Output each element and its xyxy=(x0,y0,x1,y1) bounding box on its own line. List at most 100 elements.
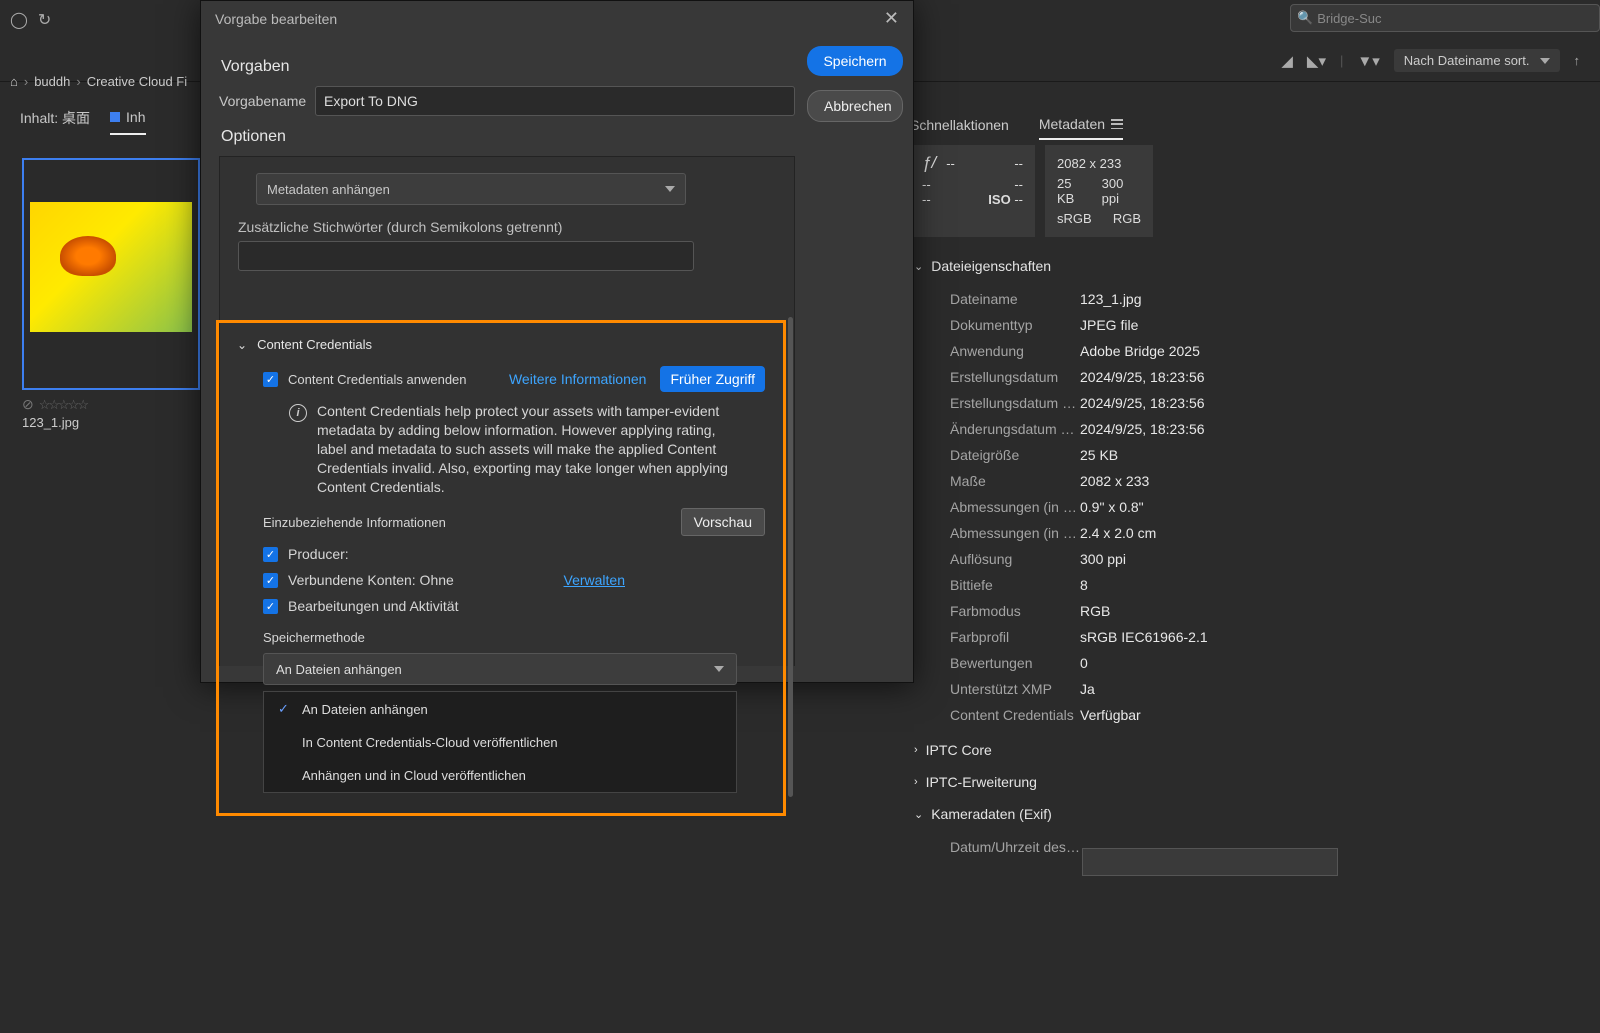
producer-label: Producer: xyxy=(288,546,349,562)
scrollbar-thumb[interactable] xyxy=(788,317,793,797)
keywords-input[interactable] xyxy=(238,241,694,271)
manage-link[interactable]: Verwalten xyxy=(564,572,625,588)
meta-value: Adobe Bridge 2025 xyxy=(1080,343,1200,359)
meta-label: Farbprofil xyxy=(950,629,1080,645)
meta-value: 2082 x 233 xyxy=(1080,473,1149,489)
meta-value: RGB xyxy=(1080,603,1110,619)
meta-row: Erstellungsdatum der...2024/9/25, 18:23:… xyxy=(950,390,1340,416)
breadcrumb: ⌂ › buddh › Creative Cloud Fi xyxy=(0,62,197,100)
section-head-iptc-ext[interactable]: › IPTC-Erweiterung xyxy=(910,766,1340,798)
section-head-iptc-core[interactable]: › IPTC Core xyxy=(910,734,1340,766)
thumbnail-filename: 123_1.jpg xyxy=(22,415,200,430)
save-button[interactable]: Speichern xyxy=(807,46,903,76)
breadcrumb-item[interactable]: buddh xyxy=(34,74,70,89)
apply-cc-checkbox[interactable]: ✓ xyxy=(263,372,278,387)
chevron-down-icon: ⌄ xyxy=(237,338,247,352)
tab-content-desktop[interactable]: Inhalt: 桌面 xyxy=(20,108,90,136)
meta-row: Maße2082 x 233 xyxy=(950,468,1340,494)
tab-content[interactable]: Inh xyxy=(110,109,145,135)
meta-value: Verfügbar xyxy=(1080,707,1141,723)
meta-row: Abmessungen (in Zoll)0.9" x 0.8" xyxy=(950,494,1340,520)
storage-option-both[interactable]: Anhängen und in Cloud veröffentlichen xyxy=(264,759,736,792)
breadcrumb-home-icon[interactable]: ⌂ xyxy=(10,74,18,89)
meta-value: 25 KB xyxy=(1080,447,1118,463)
chevron-down-icon: ⌄ xyxy=(914,808,923,821)
chevron-right-icon: › xyxy=(914,744,918,756)
no-rating-icon: ⊘ xyxy=(22,396,34,413)
cancel-button[interactable]: Abbrechen xyxy=(807,90,903,122)
storage-method-label: Speichermethode xyxy=(263,630,765,645)
close-icon[interactable]: ✕ xyxy=(884,8,899,29)
meta-row: Auflösung300 ppi xyxy=(950,546,1340,572)
meta-value: 2024/9/25, 18:23:56 xyxy=(1080,369,1205,385)
sort-direction-icon[interactable]: ↑ xyxy=(1574,53,1581,68)
edits-label: Bearbeitungen und Aktivität xyxy=(288,598,458,614)
back-icon[interactable]: ◯ xyxy=(10,10,28,30)
tab-quickactions[interactable]: Schnellaktionen xyxy=(910,116,1009,140)
section-head-exif[interactable]: ⌄ Kameradaten (Exif) xyxy=(910,798,1340,830)
cc-more-link[interactable]: Weitere Informationen xyxy=(509,371,646,387)
chevron-down-icon xyxy=(665,186,675,192)
global-search[interactable]: 🔍 Bridge-Suc xyxy=(1290,4,1600,32)
dialog-title: Vorgabe bearbeiten xyxy=(215,11,337,27)
tab-metadata[interactable]: Metadaten xyxy=(1039,116,1123,140)
meta-row: FarbmodusRGB xyxy=(950,598,1340,624)
apply-cc-label: Content Credentials anwenden xyxy=(288,372,467,387)
meta-label: Erstellungsdatum xyxy=(950,369,1080,385)
meta-label: Abmessungen (in cm) xyxy=(950,525,1080,541)
storage-method-dropdown[interactable]: An Dateien anhängen xyxy=(263,653,737,685)
meta-value: 2.4 x 2.0 cm xyxy=(1080,525,1156,541)
storage-method-menu: ✓ An Dateien anhängen In Content Credent… xyxy=(263,691,737,793)
file-info-card: 2082 x 233 25 KB300 ppi sRGBRGB xyxy=(1045,145,1153,237)
metadata-menu-icon[interactable] xyxy=(1111,119,1123,129)
sort-desc-icon[interactable]: ◣▾ xyxy=(1307,52,1326,70)
meta-value: 0 xyxy=(1080,655,1088,671)
exif-date-input[interactable] xyxy=(1082,848,1338,876)
chevron-right-icon: › xyxy=(914,776,918,788)
refresh-icon[interactable]: ↻ xyxy=(38,10,51,30)
info-icon: i xyxy=(289,404,307,422)
meta-label: Dokumenttyp xyxy=(950,317,1080,333)
meta-row: Dateigröße25 KB xyxy=(950,442,1340,468)
chevron-down-icon xyxy=(1540,58,1550,64)
search-icon: 🔍 xyxy=(1297,10,1313,26)
meta-row: Bewertungen0 xyxy=(950,650,1340,676)
meta-label: Dateigröße xyxy=(950,447,1080,463)
preset-name-input[interactable] xyxy=(315,86,795,116)
content-tabs: Inhalt: 桌面 Inh xyxy=(20,108,146,136)
meta-label: Bittiefe xyxy=(950,577,1080,593)
tab-marker-icon xyxy=(110,112,120,122)
producer-checkbox[interactable]: ✓ xyxy=(263,547,278,562)
filter-icon[interactable]: ▼▾ xyxy=(1357,52,1379,70)
accounts-checkbox[interactable]: ✓ xyxy=(263,573,278,588)
early-access-badge: Früher Zugriff xyxy=(660,366,765,392)
meta-value: Ja xyxy=(1080,681,1095,697)
meta-row: Content CredentialsVerfügbar xyxy=(950,702,1340,728)
storage-option-cloud[interactable]: In Content Credentials-Cloud veröffentli… xyxy=(264,726,736,759)
section-head-fileprops[interactable]: ⌄ Dateieigenschaften xyxy=(910,250,1340,282)
check-icon: ✓ xyxy=(278,701,292,717)
section-presets: Vorgaben xyxy=(221,58,795,76)
meta-row: Dateiname123_1.jpg xyxy=(950,286,1340,312)
storage-option-attach[interactable]: ✓ An Dateien anhängen xyxy=(264,692,736,726)
section-options: Optionen xyxy=(221,128,795,146)
rating-stars[interactable]: ☆☆☆☆☆ xyxy=(39,397,87,413)
sort-dropdown[interactable]: Nach Dateiname sort. xyxy=(1394,49,1560,72)
include-info-label: Einzubeziehende Informationen xyxy=(263,515,446,530)
meta-value: 8 xyxy=(1080,577,1088,593)
meta-label: Anwendung xyxy=(950,343,1080,359)
meta-label: Abmessungen (in Zoll) xyxy=(950,499,1080,515)
preview-button[interactable]: Vorschau xyxy=(681,508,765,536)
thumbnail-item[interactable] xyxy=(22,158,200,390)
meta-label: Dateiname xyxy=(950,291,1080,307)
meta-value: sRGB IEC61966-2.1 xyxy=(1080,629,1208,645)
quick-info-panel: ƒ/---- ---- --ISO -- 2082 x 233 25 KB300… xyxy=(910,145,1153,237)
metadata-append-dropdown[interactable]: Metadaten anhängen xyxy=(256,173,686,205)
breadcrumb-item[interactable]: Creative Cloud Fi xyxy=(87,74,187,89)
meta-row: Erstellungsdatum2024/9/25, 18:23:56 xyxy=(950,364,1340,390)
edits-checkbox[interactable]: ✓ xyxy=(263,599,278,614)
meta-row: Änderungsdatum der ...2024/9/25, 18:23:5… xyxy=(950,416,1340,442)
sort-asc-icon[interactable]: ◢ xyxy=(1281,52,1293,70)
meta-label: Änderungsdatum der ... xyxy=(950,421,1080,437)
meta-value: 123_1.jpg xyxy=(1080,291,1142,307)
